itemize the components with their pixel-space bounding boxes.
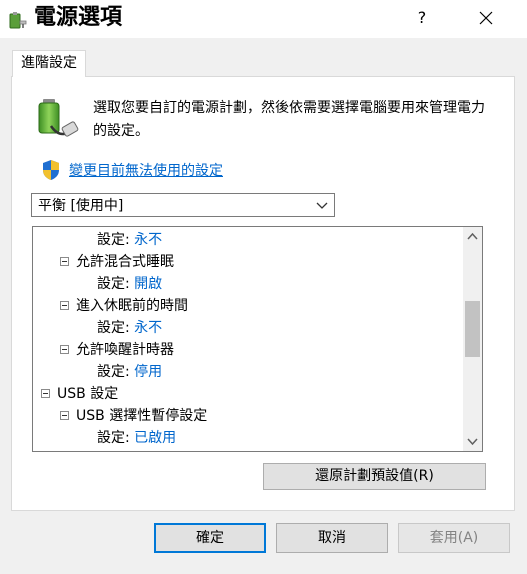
scroll-up-icon[interactable] [463,229,482,245]
setting-label: 設定: [97,276,130,292]
apply-button: 套用(A) [398,523,510,553]
tree-node-hybrid-sleep[interactable]: 允許混合式睡眠 [60,251,174,273]
power-plan-select[interactable]: 平衡 [使用中] [31,193,335,217]
collapse-icon[interactable] [60,300,69,310]
change-unavailable-settings-link[interactable]: 變更目前無法使用的設定 [69,160,223,180]
tree-node-hibernate-after[interactable]: 進入休眠前的時間 [60,295,188,317]
tree-scrollbar[interactable] [463,227,482,451]
tree-node-wake-timers[interactable]: 允許喚醒計時器 [60,339,174,361]
setting-value[interactable]: 永不 [134,232,162,248]
help-button[interactable]: ? [412,6,432,30]
tab-advanced-settings[interactable]: 進階設定 [12,50,86,77]
node-label: 允許混合式睡眠 [76,254,174,270]
tree-setting-row[interactable]: 設定: 停用 [97,361,162,383]
setting-label: 設定: [97,232,130,248]
node-label: 進入休眠前的時間 [76,298,188,314]
node-label: USB 選擇性暫停設定 [76,408,208,424]
collapse-icon[interactable] [60,344,69,354]
setting-value[interactable]: 停用 [134,364,162,380]
setting-value[interactable]: 開啟 [134,276,162,292]
collapse-icon[interactable] [60,410,69,420]
tree-setting-row[interactable]: 設定: 永不 [97,317,162,339]
close-icon[interactable] [468,6,504,30]
node-label: 允許喚醒計時器 [76,342,174,358]
collapse-icon[interactable] [41,388,50,398]
tree-setting-row[interactable]: 設定: 已啟用 [97,427,176,449]
shield-icon [43,160,59,180]
battery-plug-icon [38,99,79,137]
tree-node-usb-selective-suspend[interactable]: USB 選擇性暫停設定 [60,405,207,427]
restore-plan-defaults-button[interactable]: 還原計劃預設值(R) [263,463,486,490]
tree-setting-row[interactable]: 設定: 開啟 [97,273,162,295]
setting-label: 設定: [97,364,130,380]
power-plan-value: 平衡 [使用中] [38,198,124,214]
window-title: 電源選項 [34,5,123,30]
setting-label: 設定: [97,430,130,446]
tree-node-usb-settings[interactable]: USB 設定 [41,383,118,405]
collapse-icon[interactable] [60,256,69,266]
setting-value[interactable]: 永不 [134,320,162,336]
description-text: 選取您要自訂的電源計劃，然後依需要選擇電腦要用來管理電力的設定。 [93,100,485,139]
cancel-button[interactable]: 取消 [276,523,388,553]
tree-setting-row[interactable]: 設定: 永不 [97,229,162,251]
ok-button[interactable]: 確定 [154,523,266,553]
setting-value[interactable]: 已啟用 [134,430,176,446]
chevron-down-icon [316,202,328,209]
power-options-icon [9,12,27,29]
setting-label: 設定: [97,320,130,336]
node-label: USB 設定 [57,386,119,402]
scrollbar-thumb[interactable] [465,301,480,357]
scroll-down-icon[interactable] [463,433,482,449]
title-bar: 電源選項 ? [0,0,527,38]
settings-tree[interactable]: 設定: 永不 允許混合式睡眠 設定: 開啟 進入休眠前的時間 設定: 永不 允許… [32,226,483,452]
